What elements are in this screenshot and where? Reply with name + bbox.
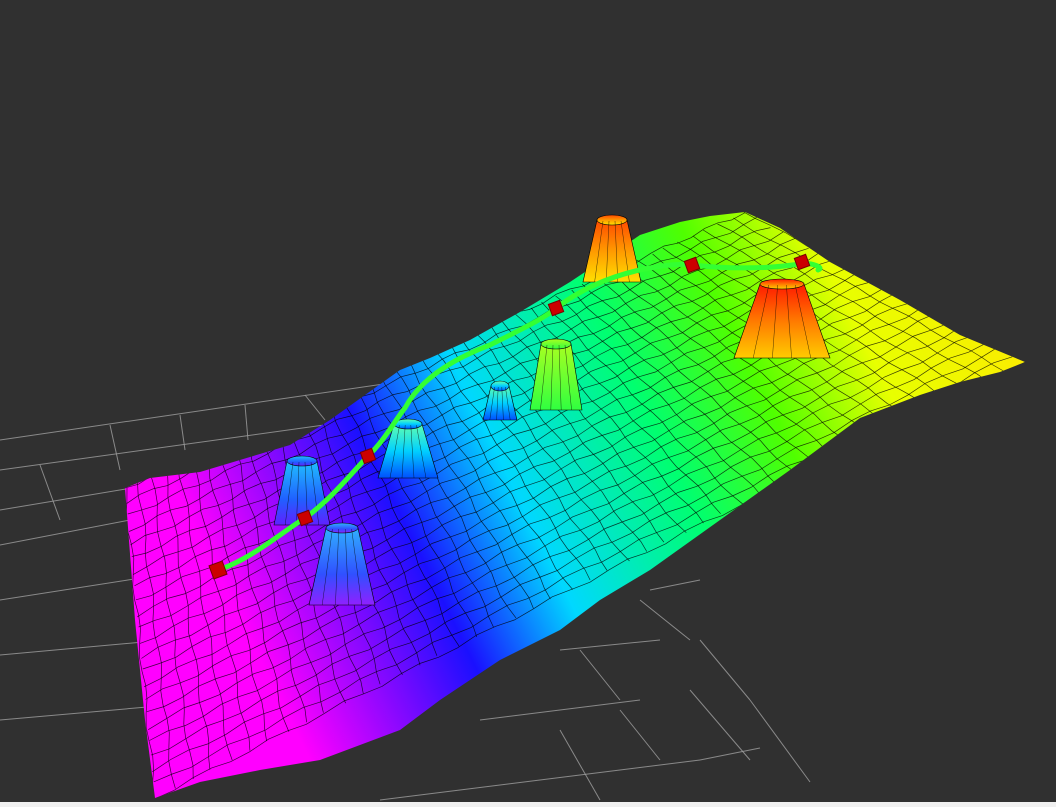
grid-line bbox=[559, 639, 661, 651]
grid-line bbox=[749, 699, 811, 783]
terrain-surface[interactable] bbox=[125, 212, 1025, 798]
grid-line bbox=[579, 649, 621, 701]
grid-line bbox=[0, 519, 131, 546]
grid-line bbox=[559, 729, 601, 801]
scene-canvas[interactable] bbox=[0, 0, 1056, 802]
grid-line bbox=[379, 759, 701, 801]
grid-line bbox=[639, 599, 691, 641]
grid-line bbox=[689, 689, 751, 761]
grid-line bbox=[479, 699, 641, 721]
grid-line bbox=[699, 639, 751, 701]
status-strip bbox=[0, 802, 1056, 807]
grid-line bbox=[109, 424, 121, 471]
grid-line bbox=[649, 579, 701, 591]
grid-line bbox=[619, 709, 661, 761]
3d-viewport[interactable] bbox=[0, 0, 1056, 807]
grid-line bbox=[39, 464, 61, 521]
grid-line bbox=[244, 404, 249, 441]
grid-line bbox=[304, 394, 326, 421]
grid-line bbox=[699, 747, 761, 761]
